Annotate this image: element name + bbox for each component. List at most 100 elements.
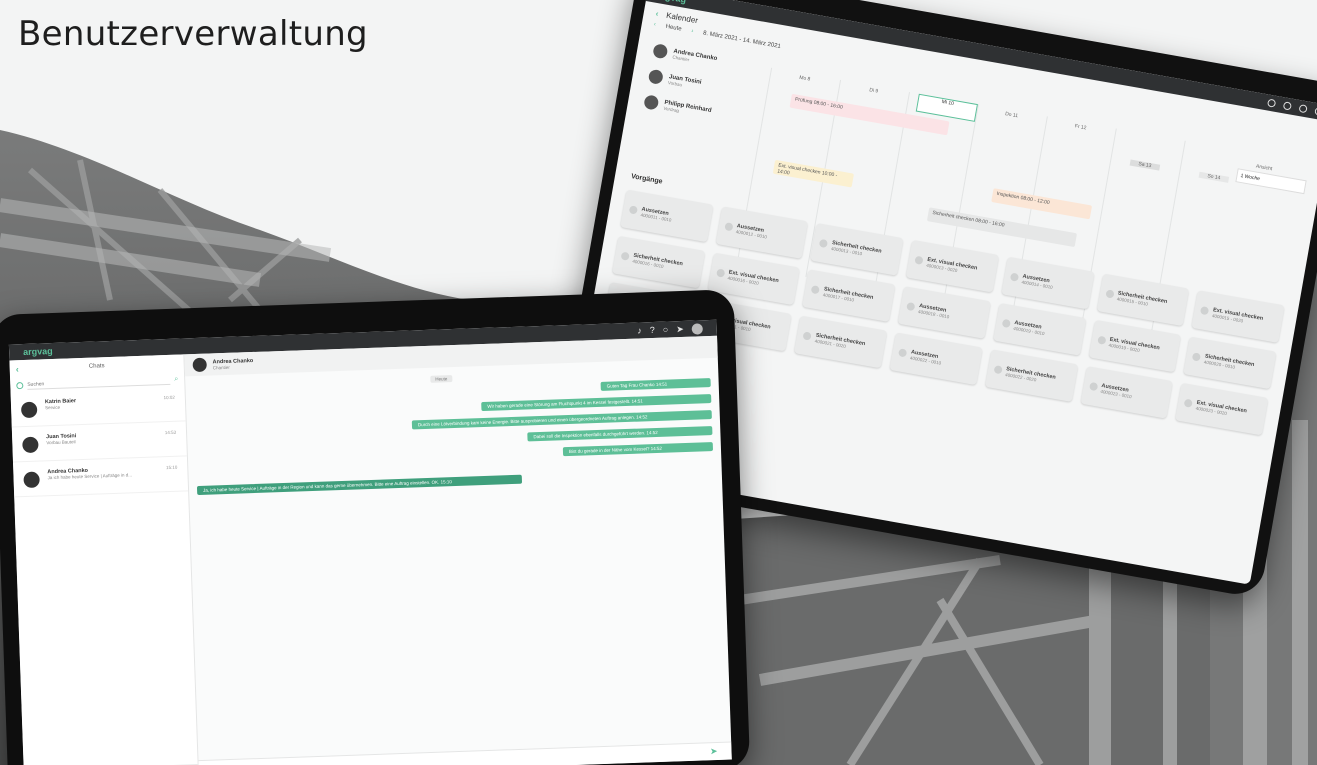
task-card[interactable]: Sicherheit checken 4000021 - 0020 [794,315,888,369]
status-dot-icon [1009,272,1019,282]
send-icon[interactable]: ➤ [710,746,718,757]
search-icon[interactable]: ⌕ [174,376,178,384]
brand-logo: argvag [22,345,53,358]
task-card[interactable]: Aussetzen 4000019 - 0010 [993,302,1086,356]
status-dot-icon [628,205,638,215]
event-time: 08:00 - 12:00 [1019,195,1051,207]
send-icon[interactable]: ➤ [676,323,684,333]
status-ring-icon[interactable] [16,381,24,389]
message-bubble: Dabei soll die Inspektion ebenfalls durc… [527,426,713,442]
status-dot-icon [906,301,916,312]
status-dot-icon [1001,318,1011,329]
message-bubble: Ja, ich habe heute Service | Aufträge in… [196,474,523,496]
back-arrow-icon[interactable]: ‹ [16,364,36,374]
avatar [652,43,669,60]
task-card[interactable]: Aussetzen 4000011 - 0010 [620,189,714,243]
chat-sidebar: ‹ Chats ⌕ Katrin Baier Service 10:02 Jua… [9,354,200,765]
task-card[interactable]: Sicherheit checken 4000022 - 0020 [984,349,1078,402]
event-time: 08:00 - 16:00 [813,99,844,111]
next-week-icon[interactable]: › [691,28,694,34]
message-time: 14:52 [650,445,663,452]
avatar [192,357,207,373]
bell-icon[interactable]: ♪ [637,325,642,335]
event-title: Sicherheit checken [931,209,975,224]
task-card[interactable]: Sicherheit checken 4000017 - 0010 [802,269,896,323]
message-bubble: Bist du gerade in der Nähe vom Kessel? 1… [562,442,714,457]
settings-icon[interactable]: ○ [663,324,669,334]
contact-time: 14:53 [164,429,177,436]
day-header[interactable]: Do 11 [996,110,1027,121]
message-text: Durch eine Lötverbindung kam keine Energ… [417,414,636,428]
event-time: 08:00 - 16:00 [974,217,1005,229]
page-title: Benutzerverwaltung [18,14,368,54]
day-header[interactable]: So 14 [1198,171,1230,183]
status-dot-icon [1183,398,1194,408]
message-bubble: Durch eine Lötverbindung kam keine Energ… [411,410,712,430]
avatar [647,68,664,85]
day-header[interactable]: Sa 13 [1129,159,1161,171]
status-dot-icon [620,251,630,261]
message-bubble: Wir haben gerade eine Störung am Fluchtp… [481,394,712,412]
status-dot-icon [811,285,821,295]
person-row[interactable]: Philipp Reinhard Verdrag [643,94,754,127]
help-icon[interactable] [1282,101,1292,111]
status-dot-icon [1096,335,1107,345]
task-card[interactable]: Ext. visual checken 4000019 - 0020 [1088,319,1182,373]
chat-screen: argvag ♪ ? ○ ➤ ‹ Chats ⌕ Katri [8,319,732,765]
status-dot-icon [898,348,908,358]
message-text: Dabei soll die Inspektion ebenfalls durc… [533,430,646,440]
message-time: 14:51 [631,398,643,404]
contact-time: 15:10 [165,464,178,471]
today-button[interactable]: Heute [665,24,682,33]
contact-item[interactable]: Andrea Chanko Ja ich habe heute Service … [13,456,189,498]
task-card[interactable]: Aussetzen 4000023 - 0010 [1080,366,1174,419]
message-time: 14:51 [655,381,668,387]
message-time: 14:52 [636,414,648,420]
status-dot-icon [914,255,924,265]
status-dot-icon [802,331,813,341]
calendar-event[interactable]: Inspektion 08:00 - 12:00 [991,188,1093,220]
contact-time: 10:02 [163,394,175,401]
task-card[interactable]: Ext. visual checken 4000023 - 0020 [1175,382,1269,436]
back-arrow-icon[interactable]: ‹ [655,9,659,18]
message-text: Ja, ich habe heute Service | Aufträge in… [203,479,440,493]
event-title: Inspektion [996,190,1020,201]
topbar-icons: ♪ ? ○ ➤ [637,322,703,336]
status-dot-icon [1200,306,1210,316]
status-dot-icon [1104,289,1115,299]
help-icon[interactable]: ? [650,324,655,334]
task-card[interactable]: Aussetzen 4000022 - 0010 [889,332,983,386]
day-header[interactable]: Mo 8 [789,73,820,84]
settings-icon[interactable] [1298,104,1308,114]
section-title: Vorgänge [630,173,664,186]
task-card[interactable]: Aussetzen 4000018 - 0010 [897,286,991,339]
bell-icon[interactable] [1266,98,1277,108]
avatar[interactable] [691,322,703,335]
task-card[interactable]: Sicherheit checken 4000016 - 0010 [612,235,706,289]
message-bubble: Guten Tag Frau Chanko 14:51 [600,378,711,391]
day-header[interactable]: Fr 12 [1065,122,1096,133]
people-list: Andrea Chanko Chantier Juan Tosini Vorba… [641,43,763,139]
avatar [20,401,38,419]
event-title: Prüfung [794,96,813,106]
prev-week-icon[interactable]: ‹ [653,22,656,28]
message-time: 14:52 [646,429,658,436]
message-input[interactable] [229,747,703,765]
message-composer: ▣ ➤ [198,741,732,765]
message-text: Bist du gerade in der Nähe vom Kessel? [568,446,650,455]
avatar [643,94,660,111]
avatar [23,471,40,489]
status-dot-icon [1088,381,1098,392]
chat-partner-role: Chantier [212,364,230,370]
status-dot-icon [819,238,829,249]
message-text: Wir haben gerade eine Störung am Fluchtp… [487,398,631,409]
task-card[interactable]: Sicherheit checken 4000020 - 0010 [1183,336,1277,390]
calendar-event[interactable]: Ext. visual checken 10:00 - 14:00 [772,159,854,188]
status-dot-icon [1192,352,1202,362]
status-dot-icon [715,268,726,278]
status-dot-icon [723,222,734,232]
day-header[interactable]: Di 9 [858,85,889,96]
date-separator: Heute [430,375,453,383]
message-text: Guten Tag Frau Chanko [606,382,655,389]
status-dot-icon [993,365,1003,375]
